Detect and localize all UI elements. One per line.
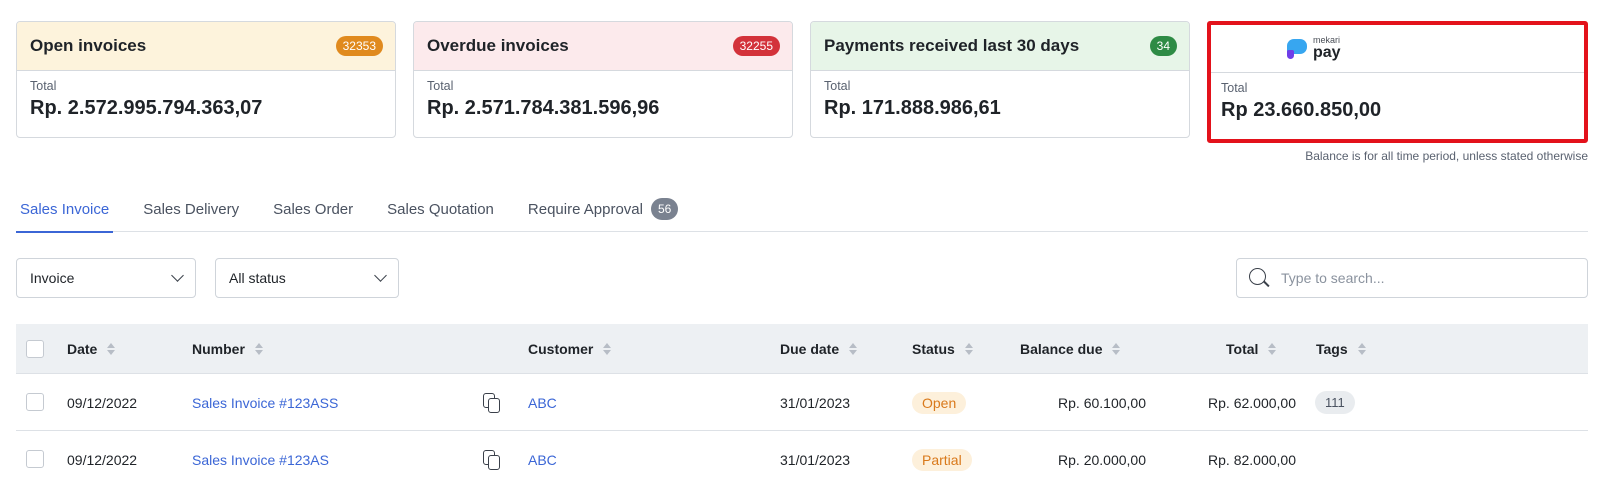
card-amount: Rp. 171.888.986,61 — [824, 97, 1001, 119]
select-all-checkbox[interactable] — [26, 340, 44, 358]
tab-sales-invoice[interactable]: Sales Invoice — [16, 186, 114, 233]
open-invoices-card[interactable]: Open invoices 32353 Total Rp. 2.572.995.… — [16, 21, 396, 138]
tab-sales-delivery[interactable]: Sales Delivery — [139, 186, 243, 232]
tab-sales-order[interactable]: Sales Order — [269, 186, 357, 232]
search-input[interactable] — [1281, 270, 1561, 286]
table-row[interactable]: 09/12/2022 Sales Invoice #123ASS ABC 31/… — [16, 374, 1588, 431]
column-header-label: Status — [912, 340, 955, 357]
sort-icon — [1268, 342, 1277, 355]
card-title: Open invoices — [30, 36, 147, 55]
search-box[interactable] — [1236, 258, 1588, 298]
status-badge: Partial — [912, 448, 972, 471]
sort-icon — [1112, 342, 1121, 355]
column-header-date[interactable]: Date — [67, 340, 116, 357]
tab-label: Sales Delivery — [143, 200, 240, 218]
sort-icon — [254, 342, 263, 355]
cell-date: 09/12/2022 — [67, 394, 138, 411]
count-badge: 32255 — [732, 36, 780, 56]
copy-icon — [483, 449, 501, 470]
column-header-label: Customer — [528, 340, 594, 357]
mekari-pay-logo: mekari pay — [1287, 36, 1341, 61]
status-filter-value: All status — [229, 270, 286, 286]
column-header-due-date[interactable]: Due date — [780, 340, 858, 357]
payments-received-card[interactable]: Payments received last 30 days 34 Total … — [810, 21, 1190, 138]
type-filter-value: Invoice — [30, 270, 75, 286]
tab-label: Sales Invoice — [20, 200, 110, 218]
count-badge: 32353 — [335, 36, 383, 56]
count-badge: 34 — [1149, 36, 1177, 56]
invoice-number-link[interactable]: Sales Invoice #123AS — [192, 431, 329, 486]
card-subtitle: Total — [1221, 81, 1248, 95]
card-header: Overdue invoices 32255 — [414, 22, 792, 71]
card-header: mekari pay — [1211, 25, 1584, 73]
card-subtitle: Total — [30, 79, 57, 93]
tag-badge: 111 — [1315, 391, 1355, 414]
logo-text-big: pay — [1313, 44, 1341, 61]
column-header-number[interactable]: Number — [192, 341, 263, 357]
tab-label: Sales Order — [273, 200, 354, 218]
cell-total: Rp. 62.000,00 — [1208, 394, 1296, 411]
card-header: Open invoices 32353 — [17, 22, 395, 71]
card-amount: Rp. 2.572.995.794.363,07 — [30, 97, 263, 119]
column-header-label: Date — [67, 340, 98, 357]
column-header-customer[interactable]: Customer — [528, 340, 612, 357]
tab-bar: Sales Invoice Sales Delivery Sales Order… — [16, 186, 1588, 233]
copy-button[interactable] — [483, 431, 501, 486]
column-header-label: Total — [1226, 340, 1259, 357]
chevron-down-icon — [374, 269, 387, 282]
cell-balance-due: Rp. 20.000,00 — [1058, 451, 1146, 468]
table-header: Date Number Customer Due date Status Bal… — [16, 324, 1588, 374]
cell-date: 09/12/2022 — [67, 451, 138, 468]
status-filter-select[interactable]: All status — [215, 258, 399, 298]
mekari-pay-card[interactable]: mekari pay Total Rp 23.660.850,00 — [1207, 21, 1588, 143]
column-header-status[interactable]: Status — [912, 341, 973, 357]
mekari-pay-logo-icon — [1287, 38, 1309, 60]
card-title: Payments received last 30 days — [824, 36, 1080, 55]
column-header-total[interactable]: Total — [1226, 340, 1277, 357]
approval-count-badge: 56 — [650, 198, 679, 220]
column-header-tags[interactable]: Tags — [1316, 341, 1366, 357]
status-badge: Open — [912, 391, 967, 414]
card-subtitle: Total — [824, 79, 851, 93]
row-checkbox[interactable] — [26, 393, 44, 411]
tab-label: Require Approval — [527, 200, 643, 218]
copy-icon — [483, 392, 501, 413]
row-checkbox[interactable] — [26, 450, 44, 468]
card-subtitle: Total — [427, 79, 454, 93]
cell-due-date: 31/01/2023 — [780, 394, 851, 411]
cell-due-date: 31/01/2023 — [780, 451, 851, 468]
search-icon — [1249, 268, 1270, 288]
sort-icon — [1357, 342, 1366, 355]
tab-sales-quotation[interactable]: Sales Quotation — [383, 186, 498, 232]
invoice-number-link[interactable]: Sales Invoice #123ASS — [192, 374, 338, 431]
column-header-label: Tags — [1316, 340, 1348, 357]
sort-icon — [107, 342, 116, 355]
customer-link[interactable]: ABC — [528, 374, 557, 431]
overdue-invoices-card[interactable]: Overdue invoices 32255 Total Rp. 2.571.7… — [413, 21, 793, 138]
cell-total: Rp. 82.000,00 — [1208, 451, 1296, 468]
table-row[interactable]: 09/12/2022 Sales Invoice #123AS ABC 31/0… — [16, 431, 1588, 486]
card-title: Overdue invoices — [427, 36, 569, 55]
type-filter-select[interactable]: Invoice — [16, 258, 196, 298]
column-header-label: Due date — [780, 340, 840, 357]
sort-icon — [964, 342, 973, 355]
sort-icon — [849, 342, 858, 355]
column-header-label: Number — [192, 340, 245, 357]
customer-link[interactable]: ABC — [528, 431, 557, 486]
tab-label: Sales Quotation — [387, 200, 494, 218]
column-header-label: Balance due — [1020, 340, 1103, 357]
balance-note: Balance is for all time period, unless s… — [1305, 149, 1588, 163]
cell-balance-due: Rp. 60.100,00 — [1058, 394, 1146, 411]
column-header-balance-due[interactable]: Balance due — [1020, 340, 1121, 357]
card-header: Payments received last 30 days 34 — [811, 22, 1189, 71]
card-amount: Rp. 2.571.784.381.596,96 — [427, 97, 660, 119]
tab-require-approval[interactable]: Require Approval 56 — [524, 186, 682, 232]
sort-icon — [603, 342, 612, 355]
card-amount: Rp 23.660.850,00 — [1221, 99, 1382, 121]
chevron-down-icon — [171, 269, 184, 282]
copy-button[interactable] — [483, 374, 501, 431]
